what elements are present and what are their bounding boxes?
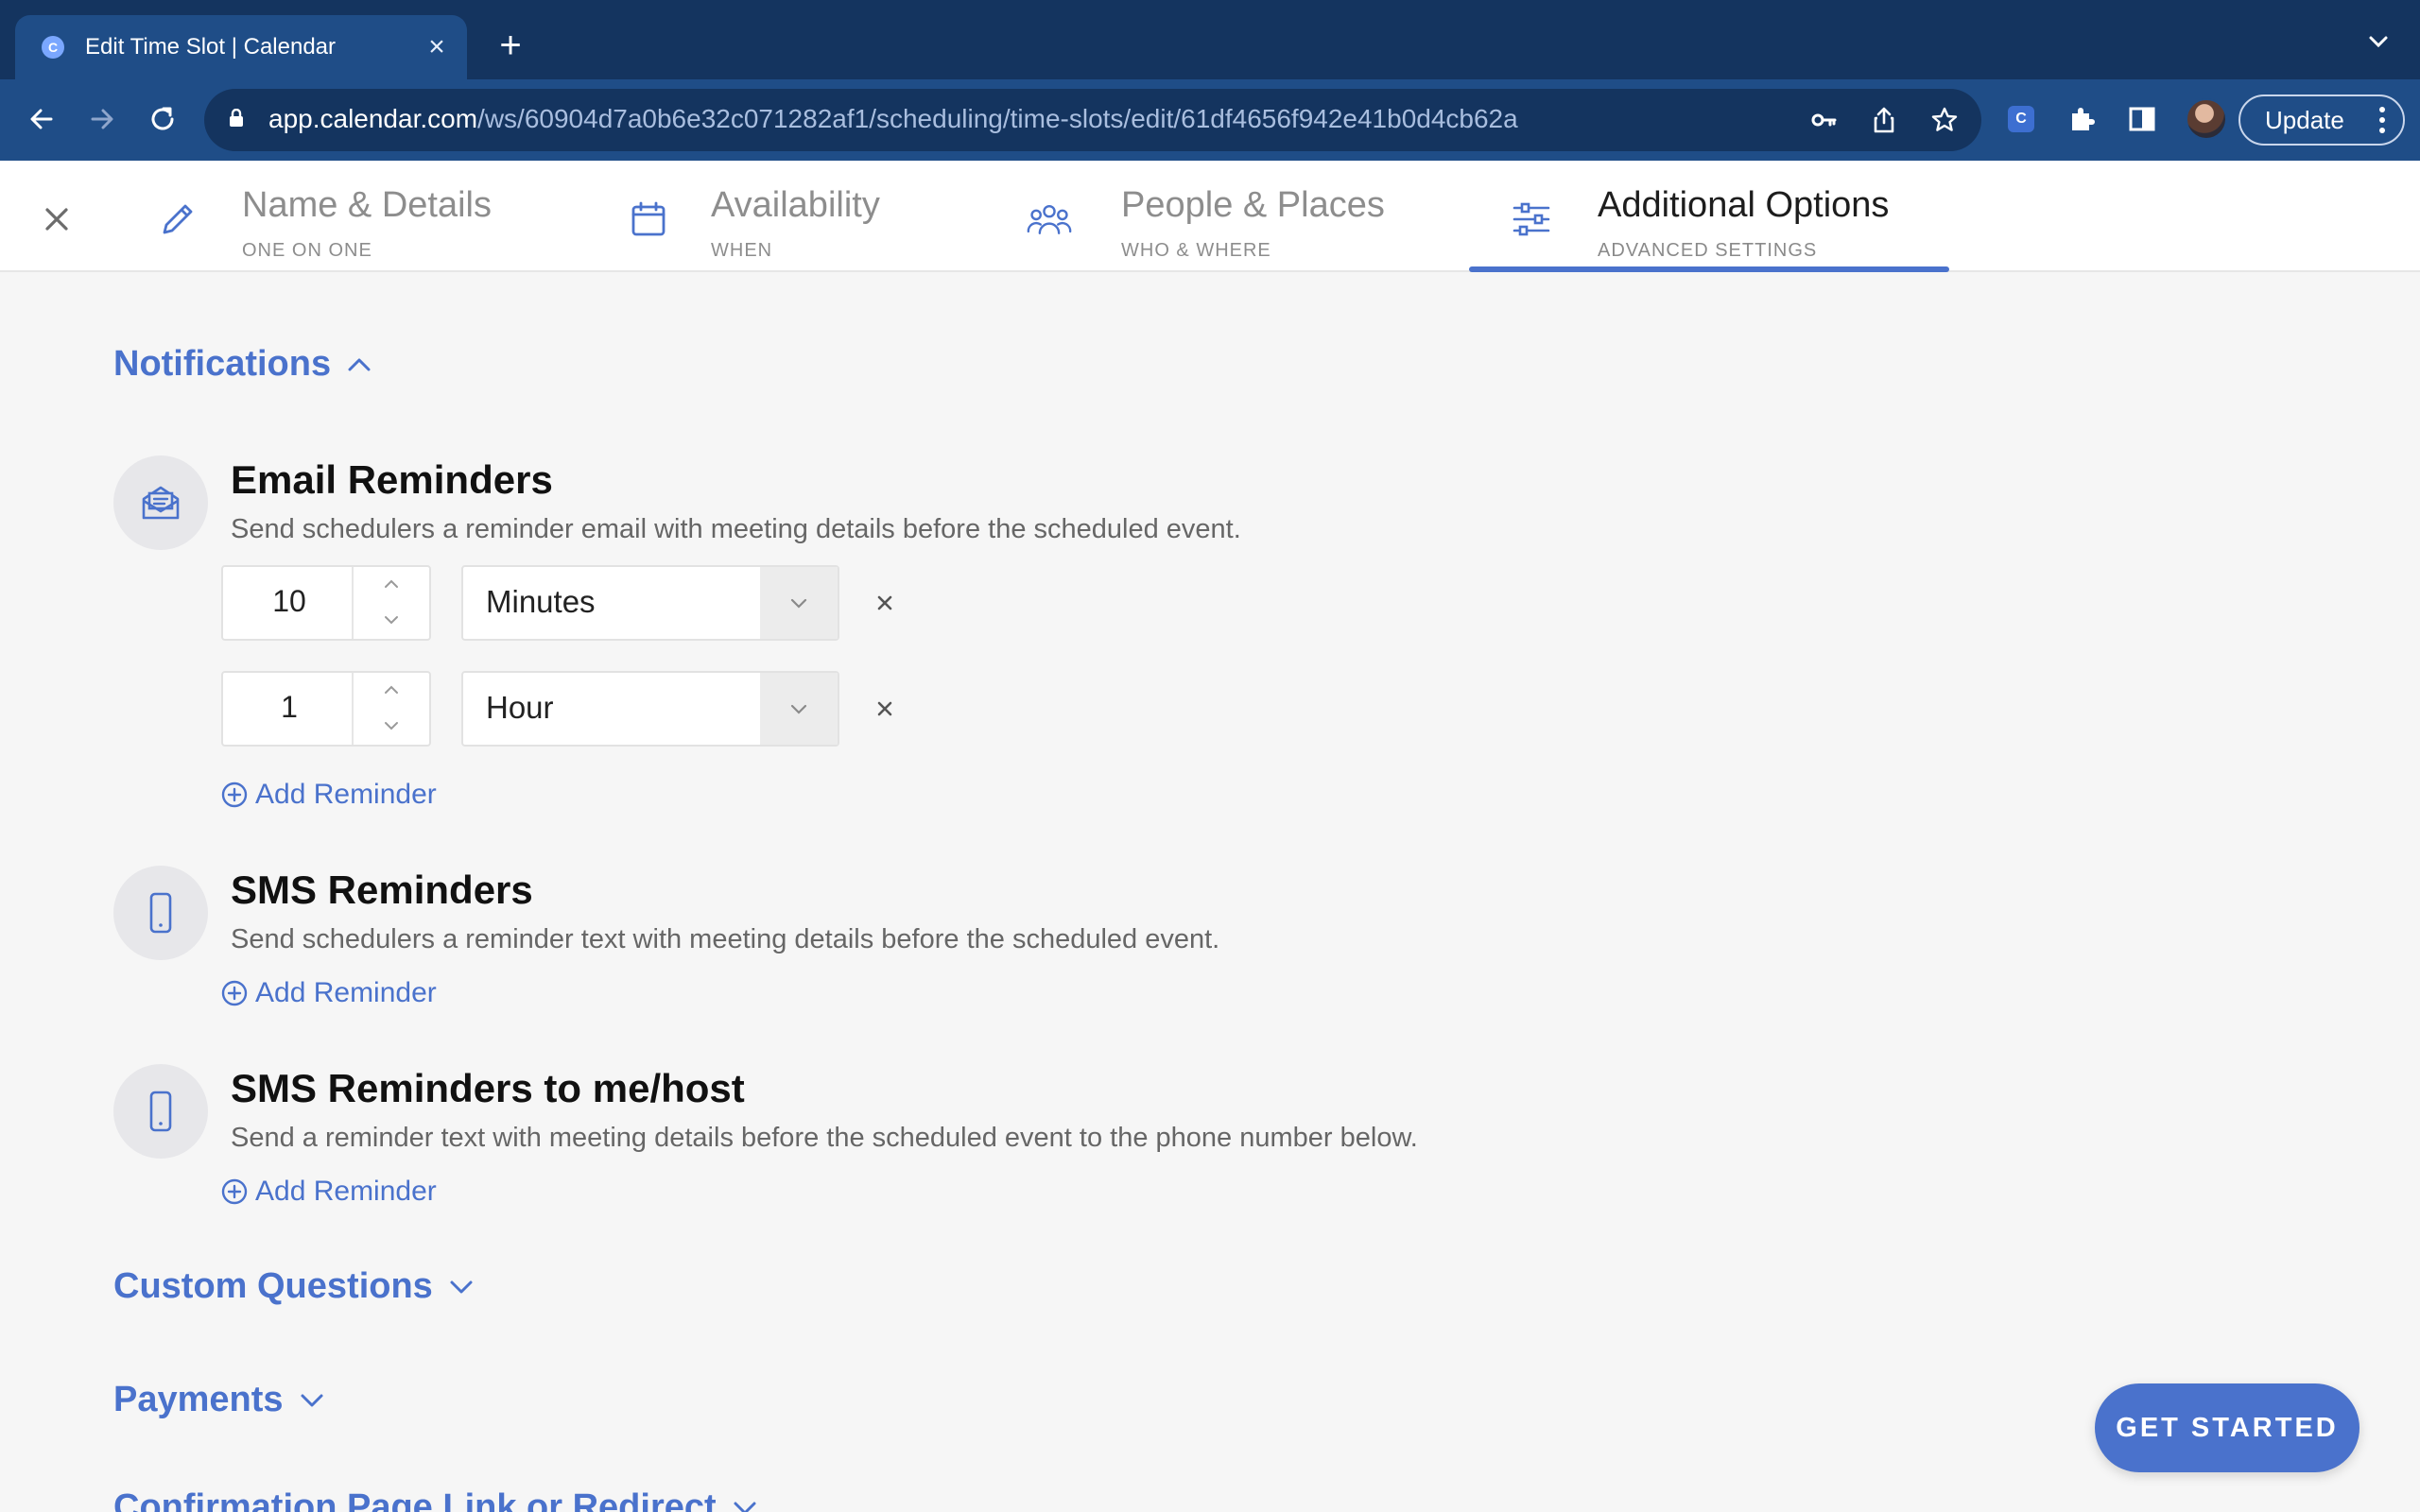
stepper-controls (352, 567, 429, 639)
plus-circle-icon (221, 1178, 248, 1205)
chevron-down-icon[interactable] (760, 567, 838, 639)
notifications-heading: Notifications (113, 344, 332, 384)
url-path: /ws/60904d7a0b6e32c071282af1/scheduling/… (477, 104, 1518, 133)
side-panel-icon[interactable] (2123, 100, 2161, 138)
tab-search-chevron-icon[interactable] (2365, 28, 2392, 55)
reminder-quantity-stepper[interactable]: 1 (221, 671, 431, 747)
get-started-button[interactable]: GET STARTED (2095, 1383, 2360, 1472)
tab-title: Edit Time Slot | Calendar (85, 34, 337, 60)
forward-icon[interactable] (81, 98, 123, 140)
close-icon[interactable] (38, 200, 76, 238)
people-icon (1027, 197, 1072, 242)
sms-add-reminder-button[interactable]: Add Reminder (221, 977, 437, 1009)
decrement-icon[interactable] (380, 612, 403, 627)
sms-host-reminders-description: Send a reminder text with meeting detail… (231, 1123, 1418, 1153)
custom-questions-heading: Custom Questions (113, 1266, 433, 1306)
plus-circle-icon (221, 980, 248, 1006)
browser-tab-bar: C Edit Time Slot | Calendar × + (0, 0, 2420, 79)
sliders-icon (1509, 197, 1554, 242)
active-step-indicator (1469, 266, 1949, 272)
address-bar[interactable]: app.calendar.com/ws/60904d7a0b6e32c07128… (204, 89, 1981, 151)
lock-icon[interactable] (229, 108, 244, 128)
phone-icon (113, 1064, 208, 1159)
step-availability[interactable]: Availability WHEN (626, 181, 938, 272)
sms-host-add-reminder-button[interactable]: Add Reminder (221, 1176, 437, 1208)
reminder-quantity-value[interactable]: 10 (223, 584, 355, 619)
star-icon[interactable] (1928, 104, 1961, 136)
email-reminders-description: Send schedulers a reminder email with me… (231, 514, 1241, 544)
step-title: People & Places (1121, 185, 1385, 225)
email-icon (113, 455, 208, 550)
sms-reminders-description: Send schedulers a reminder text with mee… (231, 924, 1220, 954)
step-title: Additional Options (1598, 185, 1890, 225)
confirmation-heading: Confirmation Page Link or Redirect (113, 1487, 717, 1512)
plus-circle-icon (221, 782, 248, 808)
email-add-reminder-button[interactable]: Add Reminder (221, 779, 437, 811)
step-additional-options[interactable]: Additional Options ADVANCED SETTINGS (1509, 181, 1944, 272)
wizard-header: Name & Details ONE ON ONE Availability W… (0, 161, 2420, 272)
calendar-extension-icon[interactable]: C (2002, 100, 2040, 138)
update-label: Update (2265, 105, 2344, 134)
notifications-toggle[interactable]: Notifications (113, 344, 372, 385)
chevron-down-icon (734, 1502, 756, 1512)
browser-tab[interactable]: C Edit Time Slot | Calendar × (15, 15, 467, 79)
decrement-icon[interactable] (380, 718, 403, 733)
sms-reminders-title: SMS Reminders (231, 868, 533, 912)
tab-close-icon[interactable]: × (422, 32, 452, 62)
extensions-puzzle-icon[interactable] (2063, 100, 2100, 138)
reminder-unit-value: Hour (486, 690, 554, 725)
step-subtitle: WHEN (711, 240, 773, 261)
stepper-controls (352, 673, 429, 745)
reminder-unit-select[interactable]: Minutes (461, 565, 839, 641)
chevron-up-icon (348, 358, 371, 370)
payments-toggle[interactable]: Payments (113, 1380, 325, 1420)
add-reminder-label: Add Reminder (255, 1176, 437, 1207)
email-reminders-title: Email Reminders (231, 457, 553, 502)
url-text[interactable]: app.calendar.com/ws/60904d7a0b6e32c07128… (268, 104, 1518, 134)
step-people-places[interactable]: People & Places WHO & WHERE (1027, 181, 1424, 272)
increment-icon[interactable] (380, 576, 403, 592)
custom-questions-toggle[interactable]: Custom Questions (113, 1266, 475, 1307)
chevron-down-icon (301, 1394, 323, 1406)
update-button[interactable]: Update (2238, 94, 2405, 146)
key-icon[interactable] (1807, 104, 1840, 136)
reminder-quantity-stepper[interactable]: 10 (221, 565, 431, 641)
pencil-icon (155, 197, 200, 242)
step-name-details[interactable]: Name & Details ONE ON ONE (155, 181, 533, 272)
reminder-unit-value: Minutes (486, 584, 596, 619)
remove-reminder-icon[interactable] (872, 696, 898, 722)
sms-host-reminders-title: SMS Reminders to me/host (231, 1066, 745, 1110)
new-tab-icon[interactable]: + (492, 26, 529, 64)
calendar-icon (626, 197, 671, 242)
phone-icon (113, 866, 208, 960)
reload-icon[interactable] (142, 98, 183, 140)
step-subtitle: WHO & WHERE (1121, 240, 1271, 261)
increment-icon[interactable] (380, 682, 403, 697)
url-host: app.calendar.com (268, 104, 478, 133)
chevron-down-icon[interactable] (760, 673, 838, 745)
chevron-down-icon (450, 1280, 473, 1293)
remove-reminder-icon[interactable] (872, 590, 898, 616)
share-icon[interactable] (1868, 104, 1900, 136)
browser-toolbar: app.calendar.com/ws/60904d7a0b6e32c07128… (0, 79, 2420, 161)
step-subtitle: ONE ON ONE (242, 240, 372, 261)
add-reminder-label: Add Reminder (255, 977, 437, 1008)
step-title: Name & Details (242, 185, 492, 225)
confirmation-page-toggle[interactable]: Confirmation Page Link or Redirect (113, 1487, 758, 1512)
back-icon[interactable] (21, 98, 62, 140)
add-reminder-label: Add Reminder (255, 779, 437, 810)
step-title: Availability (711, 185, 880, 225)
calendar-favicon-icon: C (42, 36, 64, 59)
reminder-quantity-value[interactable]: 1 (223, 690, 355, 725)
profile-avatar[interactable] (2186, 98, 2227, 140)
step-subtitle: ADVANCED SETTINGS (1598, 240, 1818, 261)
payments-heading: Payments (113, 1380, 284, 1419)
reminder-unit-select[interactable]: Hour (461, 671, 839, 747)
calendar-extension-letter: C (2008, 106, 2034, 132)
more-menu-icon[interactable] (2378, 106, 2386, 134)
